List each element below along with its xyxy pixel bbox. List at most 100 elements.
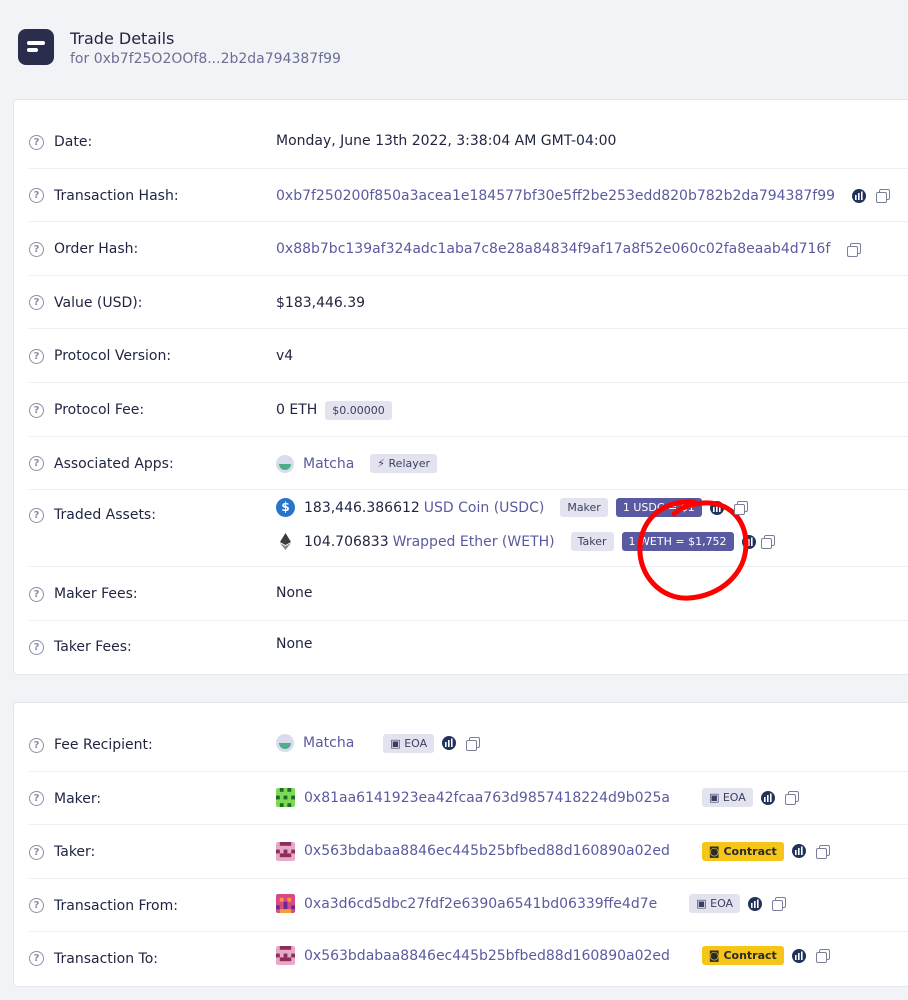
help-icon[interactable]: ?	[29, 844, 44, 860]
wallet-icon: ▣	[390, 736, 405, 750]
page-title: Trade Details	[70, 29, 175, 48]
etherscan-icon[interactable]	[791, 844, 806, 858]
row-fee-recipient: ? Fee Recipient: Matcha ▣ EOA	[29, 718, 908, 772]
row-associated-apps: ? Associated Apps: Matcha ⚡ Relayer	[29, 437, 908, 490]
fee-recipient-link[interactable]: Matcha	[303, 735, 354, 751]
traded-assets-label: Traded Assets:	[54, 507, 156, 523]
help-icon[interactable]: ?	[29, 737, 44, 753]
eoa-badge: ▣ EOA	[701, 788, 753, 807]
wallet-icon: ▣	[708, 791, 723, 804]
row-protocol-fee: ? Protocol Fee: 0 ETH $0.00000	[29, 383, 908, 437]
etherscan-icon[interactable]	[760, 790, 775, 805]
matcha-app-icon	[276, 734, 294, 752]
copy-icon[interactable]	[465, 736, 481, 751]
row-maker-fees: ? Maker Fees: None	[29, 567, 908, 621]
matcha-app-icon	[276, 454, 294, 473]
etherscan-icon[interactable]	[852, 188, 867, 203]
matcha-app-link[interactable]: Matcha	[303, 456, 354, 472]
row-taker-fees: ? Taker Fees: None	[29, 621, 908, 673]
row-maker: ? Maker: 0x81aa6141923ea42fcaa763d9857418…	[29, 772, 908, 825]
tx-to-address-link[interactable]: 0x563bdabaa8846ec445b25bfbed88d160890a02…	[304, 948, 670, 964]
usdc-icon: $	[276, 498, 295, 517]
row-order-hash: ? Order Hash: 0x88b7bc139af324adc1aba7c8e…	[29, 222, 908, 276]
order-hash-label: Order Hash:	[54, 241, 139, 257]
relayer-icon: ⚡	[377, 457, 389, 470]
usd-badge: $0.00000	[325, 400, 392, 420]
copy-icon[interactable]	[771, 896, 787, 911]
tx-to-avatar	[276, 946, 295, 965]
taker-badge: Taker	[570, 532, 614, 551]
etherscan-icon[interactable]	[791, 948, 806, 963]
taker-fees-label: Taker Fees:	[54, 639, 132, 655]
row-protocol-version: ? Protocol Version: v4	[29, 329, 908, 383]
row-transaction-hash: ? Transaction Hash: 0xb7f250200f850a3acea…	[29, 169, 908, 222]
etherscan-icon[interactable]	[442, 736, 457, 750]
tx-from-avatar	[276, 894, 295, 913]
date-value: Monday, June 13th 2022, 3:38:04 AM GMT-0…	[276, 133, 617, 149]
asset-line-usdc: $ 183,446.386612 USD Coin (USDC) Maker 1…	[276, 497, 775, 519]
tx-to-label: Transaction To:	[54, 950, 158, 967]
tx-hash-label: Transaction Hash:	[54, 187, 179, 204]
row-transaction-to: ? Transaction To: 0x563bdabaa8846ec445b25…	[29, 932, 908, 985]
copy-icon[interactable]	[815, 948, 830, 963]
help-icon[interactable]: ?	[29, 507, 44, 523]
taker-address-link[interactable]: 0x563bdabaa8846ec445b25bfbed88d160890a02…	[304, 843, 670, 859]
help-icon[interactable]: ?	[29, 586, 44, 602]
asset-line-weth: 104.706833 Wrapped Ether (WETH) Taker 1 …	[276, 531, 775, 553]
tx-hash-link[interactable]: 0xb7f250200f850a3acea1e184577bf30e5ff2be…	[276, 188, 835, 204]
maker-address-link[interactable]: 0x81aa6141923ea42fcaa763d9857418224d9b02…	[304, 790, 670, 806]
asset-name-link[interactable]: Wrapped Ether (WETH)	[393, 534, 555, 550]
help-icon[interactable]: ?	[29, 134, 44, 150]
contract-badge: ◙ Contract	[701, 946, 784, 965]
help-icon[interactable]: ?	[29, 295, 44, 310]
page-header: Trade Details for 0xb7f25O2OOf8...2b2da7…	[18, 29, 341, 68]
wallet-icon: ▣	[696, 897, 711, 910]
contract-badge: ◙ Contract	[701, 841, 784, 861]
app-logo[interactable]	[18, 29, 54, 65]
help-icon[interactable]: ?	[29, 639, 44, 655]
asset-name-link[interactable]: USD Coin (USDC)	[424, 500, 545, 516]
value-usd: $183,446.39	[276, 294, 366, 311]
copy-icon[interactable]	[875, 188, 891, 203]
tx-from-address-link[interactable]: 0xa3d6cd5dbc27fdf2e6390a6541bd06339ffe4d…	[304, 896, 657, 912]
etherscan-icon[interactable]	[741, 534, 756, 549]
copy-icon[interactable]	[846, 242, 862, 257]
taker-label: Taker:	[54, 844, 96, 860]
row-traded-assets: ? Traded Assets: $ 183,446.386612 USD Coi…	[29, 490, 908, 567]
copy-icon[interactable]	[733, 500, 748, 515]
protocol-fee-label: Protocol Fee:	[54, 402, 145, 418]
protocol-fee-value: 0 ETH	[276, 402, 318, 418]
help-icon[interactable]: ?	[29, 898, 44, 913]
value-usd-label: Value (USD):	[54, 294, 143, 311]
eoa-badge: ▣ EOA	[689, 894, 741, 913]
help-icon[interactable]: ?	[29, 348, 44, 364]
asset-amount: 183,446.386612	[304, 499, 420, 516]
etherscan-icon[interactable]	[748, 896, 763, 911]
help-icon[interactable]: ?	[29, 791, 44, 806]
row-value-usd: ? Value (USD): $183,446.39	[29, 276, 908, 329]
taker-fees-value: None	[276, 636, 313, 652]
copy-icon[interactable]	[815, 844, 830, 859]
etherscan-icon[interactable]	[709, 500, 724, 515]
asset-amount: 104.706833	[304, 533, 389, 550]
maker-avatar	[276, 788, 295, 807]
copy-icon[interactable]	[760, 534, 775, 549]
taker-avatar	[276, 841, 295, 861]
help-icon[interactable]: ?	[29, 456, 44, 471]
parties-card: ? Fee Recipient: Matcha ▣ EOA ? Maker: 0x8…	[13, 702, 908, 987]
help-icon[interactable]: ?	[29, 241, 44, 257]
help-icon[interactable]: ?	[29, 402, 44, 418]
protocol-version-label: Protocol Version:	[54, 348, 172, 364]
row-taker: ? Taker: 0x563bdabaa8846ec445b25bfbed88d1…	[29, 825, 908, 879]
eoa-badge: ▣ EOA	[383, 733, 435, 753]
rate-badge: 1 WETH = $1,752	[621, 532, 734, 551]
row-transaction-from: ? Transaction From: 0xa3d6cd5dbc27fdf2e63…	[29, 879, 908, 932]
copy-icon[interactable]	[784, 790, 799, 805]
fee-recipient-label: Fee Recipient:	[54, 737, 153, 753]
help-icon[interactable]: ?	[29, 188, 44, 203]
associated-apps-label: Associated Apps:	[54, 455, 174, 472]
help-icon[interactable]: ?	[29, 951, 44, 966]
maker-label: Maker:	[54, 790, 102, 807]
tx-from-label: Transaction From:	[54, 897, 178, 914]
eth-icon	[280, 533, 291, 550]
